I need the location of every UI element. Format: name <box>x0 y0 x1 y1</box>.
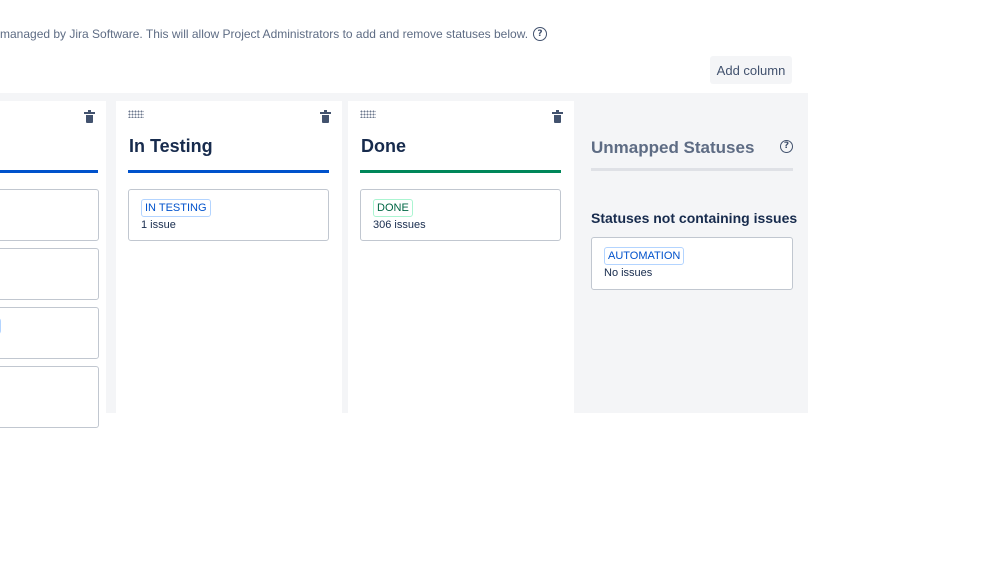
status-card[interactable]: DONE 306 issues <box>360 189 561 241</box>
status-card[interactable] <box>0 307 99 359</box>
issue-count: No issues <box>604 267 653 279</box>
trash-icon[interactable] <box>320 110 331 123</box>
column-partial <box>0 101 106 428</box>
unmapped-accent-bar <box>591 168 793 171</box>
status-lozenge: IN TESTING <box>141 199 211 217</box>
info-text: managed by Jira Software. This will allo… <box>0 27 529 41</box>
trash-icon[interactable] <box>552 110 563 123</box>
issue-count: 1 issue <box>141 219 176 231</box>
drag-handle-icon[interactable] <box>360 110 376 118</box>
status-card[interactable]: AUTOMATION No issues <box>591 237 793 290</box>
column-title[interactable]: Done <box>361 136 406 157</box>
issue-count: 306 issues <box>373 219 426 231</box>
info-line: managed by Jira Software. This will allo… <box>0 27 548 41</box>
unmapped-subtitle: Statuses not containing issues <box>591 210 798 226</box>
status-card[interactable] <box>0 248 99 300</box>
column-title[interactable]: In Testing <box>129 136 213 157</box>
status-lozenge: AUTOMATION <box>604 247 685 265</box>
status-card[interactable] <box>0 366 99 428</box>
column-accent-bar <box>128 170 329 173</box>
help-icon[interactable]: ? <box>780 140 793 153</box>
drag-handle-icon[interactable] <box>128 110 144 118</box>
status-lozenge <box>0 318 1 334</box>
trash-icon[interactable] <box>84 110 95 123</box>
status-card[interactable]: IN TESTING 1 issue <box>128 189 329 241</box>
unmapped-statuses-panel: Unmapped Statuses ? Statuses not contain… <box>575 93 808 413</box>
add-column-button[interactable]: Add column <box>710 56 792 84</box>
status-card[interactable] <box>0 189 99 241</box>
unmapped-title: Unmapped Statuses <box>591 138 755 157</box>
column-done: Done DONE 306 issues <box>348 101 574 413</box>
column-accent-bar <box>0 170 98 173</box>
column-accent-bar <box>360 170 561 173</box>
status-lozenge: DONE <box>373 199 413 217</box>
help-icon[interactable]: ? <box>533 27 548 41</box>
column-in-testing: In Testing IN TESTING 1 issue <box>116 101 342 413</box>
